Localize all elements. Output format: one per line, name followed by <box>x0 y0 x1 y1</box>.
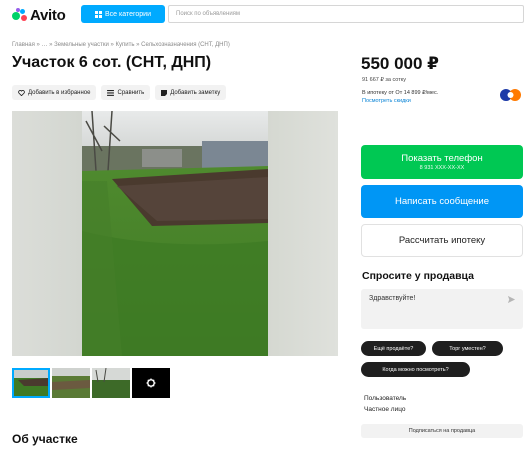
show-phone-button[interactable]: Показать телефон 8 931 XXX-XX-XX <box>361 145 523 179</box>
quick-question-chip[interactable]: Торг уместен? <box>432 341 503 356</box>
bank-logo-icon <box>500 89 521 101</box>
gallery-blur-right <box>268 111 338 356</box>
all-categories-button[interactable]: Все категории <box>81 5 165 23</box>
all-categories-label: Все категории <box>105 10 151 18</box>
note-icon <box>161 89 168 96</box>
categories-grid-icon <box>95 10 102 18</box>
search-placeholder: Поиск по объявлениям <box>176 11 241 17</box>
phone-mask: 8 931 XXX-XX-XX <box>419 165 465 171</box>
search-input[interactable]: Поиск по объявлениям <box>168 5 524 23</box>
avito-logo[interactable]: Avito <box>12 6 66 24</box>
main-photo[interactable] <box>82 111 268 356</box>
page-title: Участок 6 сот. (СНТ, ДНП) <box>12 54 212 71</box>
logo-text: Avito <box>30 6 66 24</box>
subscribe-seller-button[interactable]: Подписаться на продавца <box>361 424 523 438</box>
ask-seller-input[interactable]: Здравствуйте! <box>361 289 523 329</box>
calculate-mortgage-label: Рассчитать ипотеку <box>398 235 486 246</box>
compare-icon <box>107 89 115 96</box>
gallery-blur-left <box>12 111 82 356</box>
listing-actions: Добавить в избранное Сравнить Добавить з… <box>12 85 227 100</box>
more-photos-thumbnail[interactable] <box>132 368 170 398</box>
thumbnail[interactable] <box>92 368 130 398</box>
thumbnail-strip <box>12 368 170 398</box>
quick-question-chip[interactable]: Ещё продаёте? <box>361 341 426 356</box>
price: 550 000 ₽ <box>361 54 440 73</box>
add-to-favorites-button[interactable]: Добавить в избранное <box>12 85 97 100</box>
mortgage-info: В ипотеку от От 14 899 ₽/мес. <box>362 90 439 96</box>
breadcrumb[interactable]: Главная » … » Земельные участки » Купить… <box>12 42 230 48</box>
show-phone-label: Показать телефон <box>401 153 483 164</box>
add-note-button[interactable]: Добавить заметку <box>155 85 227 100</box>
land-plot-photo <box>82 111 268 356</box>
thumbnail[interactable] <box>52 368 90 398</box>
ask-seller-input-value: Здравствуйте! <box>369 295 416 302</box>
write-message-label: Написать сообщение <box>394 196 490 207</box>
compare-label: Сравнить <box>117 89 145 96</box>
ask-seller-heading: Спросите у продавца <box>362 270 474 282</box>
add-to-favorites-label: Добавить в избранное <box>28 89 91 96</box>
about-section-heading: Об участке <box>12 432 78 446</box>
thumbnail[interactable] <box>12 368 50 398</box>
compare-button[interactable]: Сравнить <box>101 85 151 100</box>
seller-type: Частное лицо <box>364 406 406 413</box>
logo-dots-icon <box>12 8 28 22</box>
seller-name[interactable]: Пользователь <box>364 395 406 402</box>
add-note-label: Добавить заметку <box>170 89 221 96</box>
send-icon[interactable] <box>507 295 516 304</box>
quick-question-chip[interactable]: Когда можно посмотреть? <box>361 362 470 377</box>
write-message-button[interactable]: Написать сообщение <box>361 185 523 218</box>
more-photos-icon <box>146 378 156 388</box>
calculate-mortgage-button[interactable]: Рассчитать ипотеку <box>361 224 523 257</box>
subscribe-seller-label: Подписаться на продавца <box>408 428 476 434</box>
view-discounts-link[interactable]: Посмотреть скидки <box>362 98 411 104</box>
price-per-sotka: 91 667 ₽ за сотку <box>362 77 406 83</box>
photo-gallery[interactable] <box>12 111 338 356</box>
heart-icon <box>18 89 25 96</box>
